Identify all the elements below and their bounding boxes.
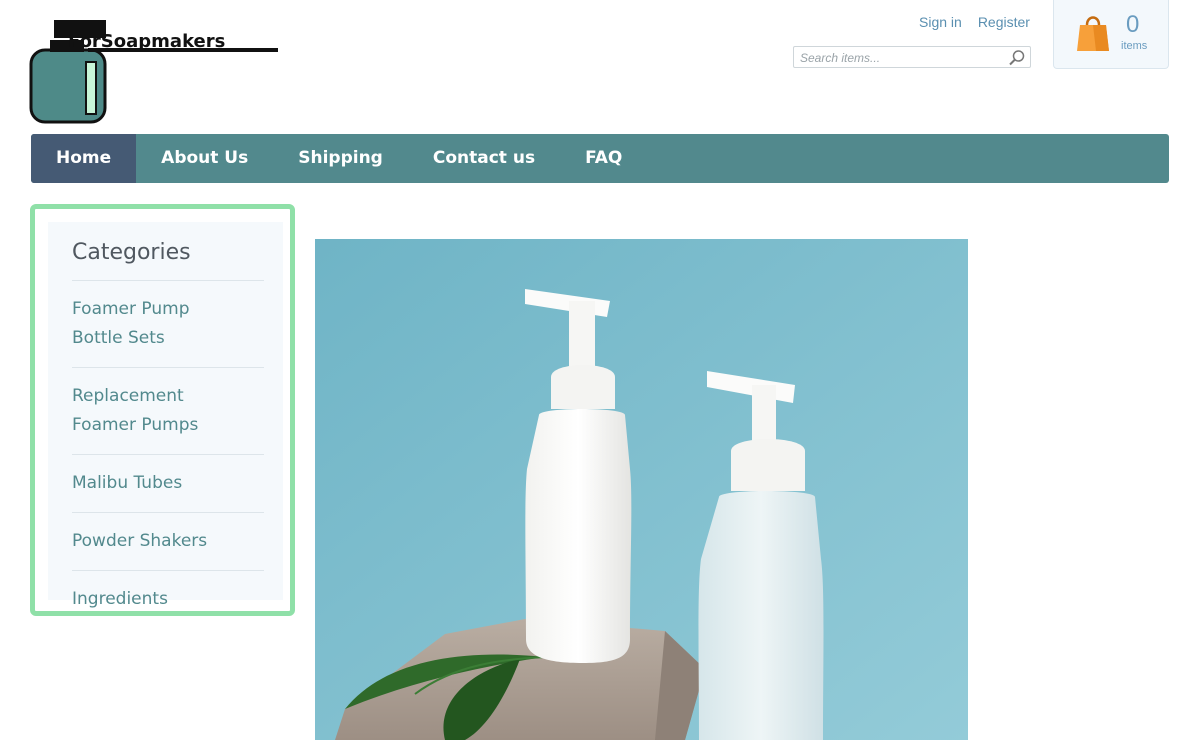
sign-in-link[interactable]: Sign in: [919, 14, 962, 30]
category-malibu-tubes[interactable]: Malibu Tubes: [72, 454, 264, 512]
category-label: Foamer Pumps: [72, 415, 199, 435]
nav-about-us[interactable]: About Us: [136, 134, 273, 183]
category-foamer-pump-bottle-sets[interactable]: Foamer Pump Bottle Sets: [72, 280, 264, 367]
nav-shipping[interactable]: Shipping: [273, 134, 408, 183]
cart-count: 0: [1126, 11, 1140, 38]
register-link[interactable]: Register: [978, 14, 1030, 30]
search-input[interactable]: [794, 48, 1000, 68]
nav-home[interactable]: Home: [31, 134, 137, 183]
nav-faq[interactable]: FAQ: [560, 134, 647, 183]
account-links: Sign in Register: [919, 14, 1046, 30]
logo-graphic: ForSoapmakers: [29, 20, 278, 124]
category-ingredients[interactable]: Ingredients: [72, 570, 264, 628]
search-icon[interactable]: [1008, 49, 1026, 67]
categories-sidebar: Categories Foamer Pump Bottle Sets Repla…: [30, 204, 295, 616]
category-label: Foamer Pump: [72, 299, 190, 319]
category-replacement-foamer-pumps[interactable]: Replacement Foamer Pumps: [72, 367, 264, 454]
shopping-bag-icon: [1077, 16, 1109, 51]
category-label: Bottle Sets: [72, 328, 165, 348]
search-box: [793, 46, 1031, 68]
nav-contact-us[interactable]: Contact us: [408, 134, 560, 183]
logo-wordmark: ForSoapmakers: [68, 31, 225, 52]
site-logo[interactable]: ForSoapmakers: [28, 18, 284, 126]
category-label: Replacement: [72, 386, 184, 406]
category-label: Ingredients: [72, 589, 168, 609]
category-label: Powder Shakers: [72, 531, 208, 551]
cart-widget[interactable]: 0 items: [1053, 0, 1169, 69]
category-label: Malibu Tubes: [72, 473, 183, 493]
category-powder-shakers[interactable]: Powder Shakers: [72, 512, 264, 570]
categories-title: Categories: [72, 240, 191, 265]
cart-label: items: [1121, 40, 1148, 52]
category-list: Foamer Pump Bottle Sets Replacement Foam…: [72, 280, 264, 628]
main-nav: Home About Us Shipping Contact us FAQ: [31, 134, 1169, 183]
categories-panel: Categories Foamer Pump Bottle Sets Repla…: [48, 222, 283, 609]
foamer-bottles-photo: [315, 239, 968, 740]
hero-product-image[interactable]: [315, 239, 968, 740]
